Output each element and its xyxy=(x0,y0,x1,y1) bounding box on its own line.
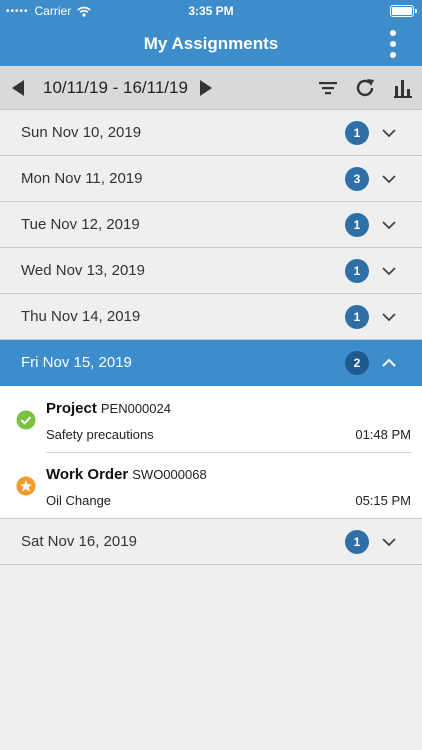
assignment-description: Oil Change xyxy=(46,493,112,508)
assignment-item[interactable]: Work Order SWO000068 Oil Change 05:15 PM xyxy=(0,452,422,518)
count-badge: 2 xyxy=(345,351,369,375)
assignment-time: 01:48 PM xyxy=(355,427,411,442)
day-label: Fri Nov 15, 2019 xyxy=(21,354,132,371)
count-badge: 1 xyxy=(345,305,369,329)
day-row-expanded[interactable]: Fri Nov 15, 2019 2 xyxy=(0,340,422,386)
status-time: 3:35 PM xyxy=(188,4,234,18)
chevron-up-icon[interactable] xyxy=(381,355,397,371)
assignment-type: Project PEN000024 xyxy=(46,400,171,417)
count-badge: 3 xyxy=(345,167,369,191)
assignment-type-label: Project xyxy=(46,400,97,417)
assignment-item[interactable]: Project PEN000024 Safety precautions 01:4… xyxy=(0,386,422,452)
previous-arrow-icon[interactable] xyxy=(12,80,24,96)
chart-icon[interactable] xyxy=(391,76,415,100)
battery-icon xyxy=(390,5,417,17)
count-badge: 1 xyxy=(345,213,369,237)
refresh-icon[interactable] xyxy=(353,76,377,100)
chevron-down-icon[interactable] xyxy=(381,263,397,279)
chevron-down-icon[interactable] xyxy=(381,171,397,187)
date-range-label[interactable]: 10/11/19 - 16/11/19 xyxy=(43,78,188,98)
count-badge: 1 xyxy=(345,121,369,145)
day-row[interactable]: Wed Nov 13, 2019 1 xyxy=(0,248,422,294)
nav-bar: My Assignments xyxy=(0,22,422,66)
chevron-down-icon[interactable] xyxy=(381,309,397,325)
assignment-type-label: Work Order xyxy=(46,466,129,483)
day-row[interactable]: Sun Nov 10, 2019 1 xyxy=(0,110,422,156)
count-badge: 1 xyxy=(345,530,369,554)
chevron-down-icon[interactable] xyxy=(381,125,397,141)
day-label: Thu Nov 14, 2019 xyxy=(21,308,141,325)
day-label: Tue Nov 12, 2019 xyxy=(21,216,140,233)
star-circle-icon xyxy=(16,476,36,496)
next-arrow-icon[interactable] xyxy=(200,80,212,96)
assignment-type: Work Order SWO000068 xyxy=(46,466,207,483)
check-circle-icon xyxy=(16,410,36,430)
day-row[interactable]: Thu Nov 14, 2019 1 xyxy=(0,294,422,340)
count-badge: 1 xyxy=(345,259,369,283)
day-row[interactable]: Tue Nov 12, 2019 1 xyxy=(0,202,422,248)
assignment-time: 05:15 PM xyxy=(355,493,411,508)
assignment-ref: PEN000024 xyxy=(100,401,171,416)
date-toolbar: 10/11/19 - 16/11/19 xyxy=(0,66,422,110)
day-label: Wed Nov 13, 2019 xyxy=(21,262,145,279)
day-list: Sun Nov 10, 2019 1 Mon Nov 11, 2019 3 Tu… xyxy=(0,110,422,565)
day-row[interactable]: Sat Nov 16, 2019 1 xyxy=(0,519,422,565)
chevron-down-icon[interactable] xyxy=(381,217,397,233)
chevron-down-icon[interactable] xyxy=(381,534,397,550)
day-label: Mon Nov 11, 2019 xyxy=(21,170,143,187)
status-bar: ••••• Carrier 3:35 PM xyxy=(0,0,422,22)
more-vertical-icon[interactable] xyxy=(388,30,398,58)
day-label: Sat Nov 16, 2019 xyxy=(21,533,137,550)
assignment-description: Safety precautions xyxy=(46,427,154,442)
filter-icon[interactable] xyxy=(316,76,340,100)
assignment-ref: SWO000068 xyxy=(132,467,207,482)
day-row[interactable]: Mon Nov 11, 2019 3 xyxy=(0,156,422,202)
day-label: Sun Nov 10, 2019 xyxy=(21,124,142,141)
assignment-list: Project PEN000024 Safety precautions 01:4… xyxy=(0,386,422,519)
page-title: My Assignments xyxy=(143,34,279,53)
